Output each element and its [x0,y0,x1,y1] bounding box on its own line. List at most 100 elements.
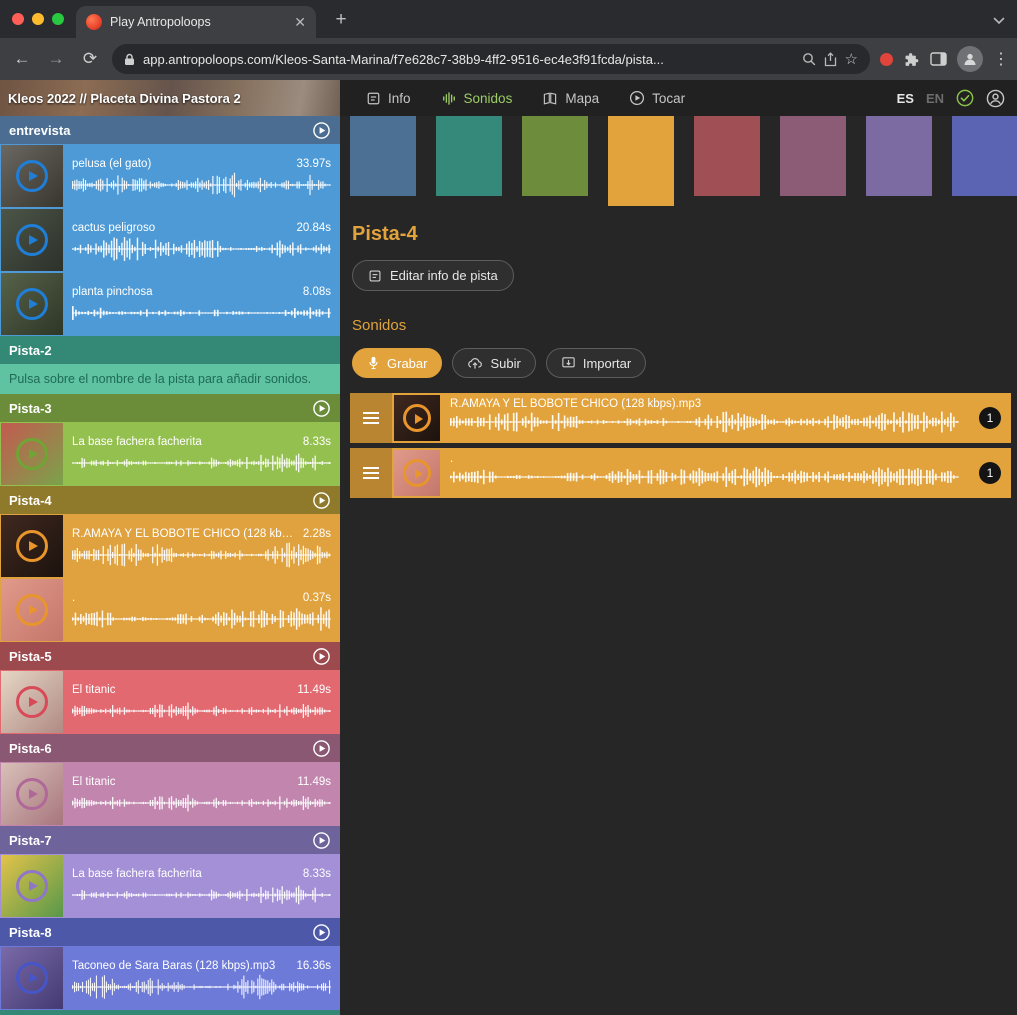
track-header-Pista-6[interactable]: Pista-6 [0,734,340,762]
track-name[interactable]: Pista-2 [9,343,52,358]
nav-tab-tocar[interactable]: Tocar [629,90,685,106]
track-play-button[interactable] [312,647,331,666]
clip-row[interactable]: Taconeo de Sara Baras (128 kbps).mp316.3… [0,946,340,1010]
track-swatch-Pista-3[interactable] [522,116,588,196]
clip-row[interactable]: El titanic11.49s [0,762,340,826]
track-name[interactable]: Pista-6 [9,741,52,756]
track-header-Pista-5[interactable]: Pista-5 [0,642,340,670]
sidebar-toggle-icon[interactable] [930,52,947,66]
track-name[interactable]: Pista-4 [9,493,52,508]
lang-en[interactable]: EN [926,91,944,106]
extensions-puzzle-icon[interactable] [903,51,920,68]
track-play-button[interactable] [312,923,331,942]
track-header-Pista-8[interactable]: Pista-8 [0,918,340,946]
track-name[interactable]: Pista-7 [9,833,52,848]
track-swatch-entrevista[interactable] [350,116,416,196]
clip-row[interactable]: planta pinchosa8.08s [0,272,340,336]
bookmark-star-icon[interactable]: ☆ [845,50,858,68]
track-name[interactable]: Pista-3 [9,401,52,416]
zoom-window-button[interactable] [52,13,64,25]
play-track-icon[interactable] [312,831,331,850]
minimize-window-button[interactable] [32,13,44,25]
share-icon[interactable] [824,52,837,67]
clip-row[interactable]: R.AMAYA Y EL BOBOTE CHICO (128 kbps)....… [0,514,340,578]
clip-thumbnail[interactable] [1,273,63,335]
kebab-menu-icon[interactable]: ⋮ [993,49,1007,69]
forward-icon[interactable]: → [44,49,68,69]
nav-tab-mapa[interactable]: Mapa [542,90,599,106]
clip-thumbnail[interactable] [1,671,63,733]
drag-handle-icon[interactable] [350,448,392,498]
play-track-icon[interactable] [312,923,331,942]
url-text[interactable]: app.antropoloops.com/Kleos-Santa-Marina/… [143,52,794,67]
sound-thumbnail[interactable] [394,395,440,441]
clip-row[interactable]: El titanic11.49s [0,670,340,734]
track-play-button[interactable] [312,121,331,140]
track-header-Pista-7[interactable]: Pista-7 [0,826,340,854]
drag-handle-icon[interactable] [350,393,392,443]
extension-record-icon[interactable] [880,53,893,66]
play-track-icon[interactable] [312,739,331,758]
clip-thumbnail[interactable] [1,855,63,917]
track-header-Pista-2[interactable]: Pista-2 [0,336,340,364]
import-icon [561,356,576,370]
address-bar[interactable]: app.antropoloops.com/Kleos-Santa-Marina/… [112,44,870,74]
play-track-icon[interactable] [312,399,331,418]
clip-row[interactable]: La base fachera facherita8.33s [0,422,340,486]
clip-duration: 8.33s [303,868,331,880]
track-name[interactable]: Pista-8 [9,925,52,940]
clip-thumbnail[interactable] [1,423,63,485]
sound-row[interactable]: .1 [350,448,1011,498]
zoom-icon[interactable] [802,52,816,66]
track-swatch-Pista-6[interactable] [780,116,846,196]
track-swatch-Pista-2[interactable] [436,116,502,196]
clip-row[interactable]: La base fachera facherita8.33s [0,854,340,918]
play-track-icon[interactable] [312,121,331,140]
clip-row[interactable]: .0.37s [0,578,340,642]
track-play-button[interactable] [312,831,331,850]
sound-row[interactable]: R.AMAYA Y EL BOBOTE CHICO (128 kbps).mp3… [350,393,1011,443]
profile-avatar[interactable] [957,46,983,72]
upload-button[interactable]: Subir [452,348,535,378]
track-header-entrevista[interactable]: entrevista [0,116,340,144]
project-thumbnail[interactable]: Kleos 2022 // Placeta Divina Pastora 2 [0,80,340,116]
clip-thumbnail[interactable] [1,947,63,1009]
check-circle-icon[interactable] [956,89,974,107]
clip-thumbnail[interactable] [1,209,63,271]
clip-row[interactable]: cactus peligroso20.84s [0,208,340,272]
track-header-Pista-4[interactable]: Pista-4 [0,486,340,514]
account-person-icon[interactable] [986,89,1005,108]
play-track-icon[interactable] [312,491,331,510]
edit-track-info-button[interactable]: Editar info de pista [352,260,514,291]
track-play-button[interactable] [312,491,331,510]
back-icon[interactable]: ← [10,49,34,69]
new-tab-button[interactable]: + [328,7,354,33]
track-header-Pista-3[interactable]: Pista-3 [0,394,340,422]
clip-thumbnail[interactable] [1,515,63,577]
track-play-button[interactable] [312,399,331,418]
tab-close-icon[interactable]: ✕ [294,15,306,29]
clip-thumbnail[interactable] [1,579,63,641]
reload-icon[interactable]: ⟳ [78,49,102,69]
clip-thumbnail[interactable] [1,145,63,207]
sound-thumbnail[interactable] [394,450,440,496]
breadcrumb[interactable]: Kleos 2022 // Placeta Divina Pastora 2 [8,91,241,106]
clip-row[interactable]: pelusa (el gato)33.97s [0,144,340,208]
lang-es[interactable]: ES [897,91,914,106]
track-name[interactable]: entrevista [9,123,70,138]
nav-tab-sonidos[interactable]: Sonidos [441,90,513,106]
import-button[interactable]: Importar [546,348,646,378]
track-swatch-Pista-7[interactable] [866,116,932,196]
play-track-icon[interactable] [312,647,331,666]
record-button[interactable]: Grabar [352,348,442,378]
clip-thumbnail[interactable] [1,763,63,825]
browser-tab[interactable]: Play Antropoloops ✕ [76,6,316,38]
track-swatch-Pista-5[interactable] [694,116,760,196]
chevron-down-icon[interactable] [993,12,1005,30]
close-window-button[interactable] [12,13,24,25]
track-swatch-Pista-8[interactable] [952,116,1017,196]
track-name[interactable]: Pista-5 [9,649,52,664]
track-play-button[interactable] [312,739,331,758]
track-swatch-Pista-4[interactable] [608,116,674,206]
nav-tab-info[interactable]: Info [366,90,411,106]
